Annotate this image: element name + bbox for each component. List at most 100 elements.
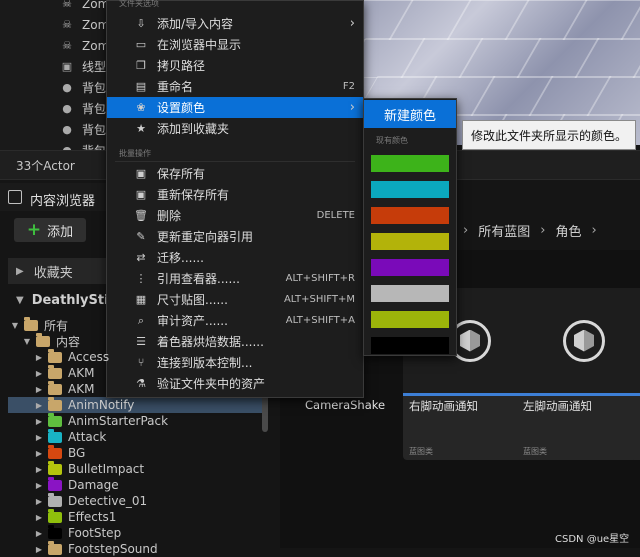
folder-icon xyxy=(48,396,62,411)
size-map-icon: ▦ xyxy=(135,293,147,306)
tree-folder-label: 所有 xyxy=(44,318,69,333)
menu-item-shortcut: ALT+SHIFT+A xyxy=(285,315,355,326)
tree-folder-item[interactable]: ▶ Detective_01 xyxy=(34,492,147,509)
tree-folder-item[interactable]: ▶ BulletImpact xyxy=(34,460,145,477)
tree-folder-label: FootStep xyxy=(68,526,122,540)
chevron-down-icon: ▼ xyxy=(23,336,31,346)
tree-folder-item[interactable]: ▼ 内容 xyxy=(22,332,81,349)
menu-item[interactable]: ⇩ 添加/导入内容 › xyxy=(107,13,363,34)
tree-folder-label: Attack xyxy=(68,430,107,444)
menu-item[interactable]: ❀ 设置颜色 › xyxy=(107,97,363,118)
color-swatch[interactable] xyxy=(371,259,449,276)
color-swatch[interactable] xyxy=(371,311,449,328)
tree-folder-item[interactable]: ▶ FootStep xyxy=(34,524,122,541)
new-color-button[interactable]: 新建颜色 xyxy=(364,100,456,128)
menu-item[interactable]: ☰ 着色器烘焙数据...... xyxy=(107,331,363,352)
color-swatch[interactable] xyxy=(371,337,449,354)
folder-icon xyxy=(48,460,62,475)
shader-icon: ☰ xyxy=(136,335,146,348)
menu-item-label: 重新保存所有 xyxy=(157,188,230,202)
menu-item[interactable]: ▦ 尺寸贴图...... ALT+SHIFT+M xyxy=(107,289,363,310)
menu-item-label: 尺寸贴图...... xyxy=(157,293,228,307)
tree-folder-item[interactable]: ▶ Damage xyxy=(34,476,119,493)
tree-folder-label: Access xyxy=(68,350,110,364)
tree-folder-item[interactable]: ▶ BG xyxy=(34,444,85,461)
tree-folder-item[interactable]: ▶ Attack xyxy=(34,428,107,445)
menu-item[interactable]: ⇄ 迁移...... xyxy=(107,247,363,268)
color-swatch[interactable] xyxy=(371,207,449,224)
reference-icon: ⋮ xyxy=(135,272,147,285)
folder-context-menu: 文件夹选项 批量操作 ⇩ 添加/导入内容 › ▭ 在浏览器中显示 ❐ 拷贝路径 ▤ 重命名 F2 ❀… xyxy=(106,0,364,398)
breadcrumb-item[interactable]: 角色 xyxy=(555,221,581,240)
asset-card[interactable] xyxy=(631,288,640,460)
menu-item[interactable]: ⋮ 引用查看器...... ALT+SHIFT+R xyxy=(107,268,363,289)
tree-folder-item[interactable]: ▶ Effects1 xyxy=(34,508,116,525)
folder-icon xyxy=(48,540,62,555)
asset-name: 左脚动画通知 xyxy=(523,399,592,413)
folder-icon xyxy=(48,412,62,427)
menu-item[interactable]: ✎ 更新重定向器引用 xyxy=(107,226,363,247)
menu-item-label: 删除 xyxy=(157,209,182,223)
chevron-right-icon: › xyxy=(591,222,597,238)
menu-item[interactable]: ▣ 重新保存所有 xyxy=(107,184,363,205)
copy-icon: ❐ xyxy=(136,59,146,72)
menu-item-label: 在浏览器中显示 xyxy=(157,38,242,52)
asset-name[interactable]: CameraShake xyxy=(305,398,385,412)
wrench-icon: ✎ xyxy=(136,230,146,243)
menu-item[interactable]: ▤ 重命名 F2 xyxy=(107,76,363,97)
color-swatch[interactable] xyxy=(371,155,449,172)
tree-folder-label: Damage xyxy=(68,478,119,492)
asset-card[interactable]: 左脚动画通知 蓝图类 xyxy=(517,288,640,460)
menu-item[interactable]: ★ 添加到收藏夹 xyxy=(107,118,363,139)
folder-icon xyxy=(36,332,50,347)
add-button[interactable]: + 添加 xyxy=(14,218,86,242)
menu-item[interactable]: 🗑 删除 DELETE xyxy=(107,205,363,226)
breadcrumb-item[interactable]: 所有蓝图 xyxy=(478,221,530,240)
color-swatch[interactable] xyxy=(371,285,449,302)
outliner-row-label: 背包 xyxy=(82,81,107,95)
tree-folder-label: BulletImpact xyxy=(68,462,145,476)
menu-item[interactable]: ❐ 拷贝路径 xyxy=(107,55,363,76)
chevron-right-icon: ▶ xyxy=(35,448,43,458)
tree-folder-item[interactable]: ▼ 所有 xyxy=(10,316,69,333)
menu-item[interactable]: ▣ 保存所有 xyxy=(107,163,363,184)
color-swatch[interactable] xyxy=(371,233,449,250)
menu-item-shortcut: ALT+SHIFT+M xyxy=(283,294,355,305)
tree-folder-label: AKM xyxy=(68,366,95,380)
menu-item-label: 保存所有 xyxy=(157,167,206,181)
tree-folder-item[interactable]: ▶ FootstepSound xyxy=(34,540,158,557)
content-browser-icon xyxy=(8,190,22,204)
chevron-right-icon: ▶ xyxy=(35,384,43,394)
asset-type: 蓝图类 xyxy=(523,447,547,456)
tree-folder-item[interactable]: ▶ AKM xyxy=(34,380,94,397)
menu-item[interactable]: ⚗ 验证文件夹中的资产 xyxy=(107,373,363,394)
menu-item[interactable]: ▭ 在浏览器中显示 xyxy=(107,34,363,55)
tree-folder-label: FootstepSound xyxy=(68,542,158,556)
tree-folder-label: 内容 xyxy=(56,334,81,349)
chevron-right-icon: › xyxy=(463,222,469,238)
folder-icon xyxy=(48,348,62,363)
tree-folder-item[interactable]: ▶ AnimNotify xyxy=(34,396,134,413)
tree-folder-item[interactable]: ▶ AKM xyxy=(34,364,95,381)
folder-icon xyxy=(24,316,38,331)
tree-folder-item[interactable]: ▶ AnimStarterPack xyxy=(34,412,168,429)
set-color-submenu: 新建颜色 现有颜色 xyxy=(363,98,457,356)
breadcrumb: 容 › 所有蓝图 › 角色 › xyxy=(440,214,640,246)
migrate-icon: ⇄ xyxy=(136,251,146,264)
skull-icon: ☠ xyxy=(62,17,72,31)
tree-folder-item[interactable]: ▶ Access xyxy=(34,348,110,365)
chevron-right-icon: ▶ xyxy=(35,528,43,538)
watermark: CSDN @ue星空 xyxy=(555,534,630,545)
actor-count: 33个Actor xyxy=(16,159,75,173)
menu-item-label: 着色器烘焙数据...... xyxy=(157,335,264,349)
palette-icon: ❀ xyxy=(136,101,146,114)
source-control-icon: ⑂ xyxy=(137,356,145,369)
chevron-right-icon: ▶ xyxy=(35,352,43,362)
folder-icon xyxy=(48,524,62,539)
menu-item[interactable]: ⑂ 连接到版本控制... xyxy=(107,352,363,373)
menu-item-label: 验证文件夹中的资产 xyxy=(157,377,266,391)
blueprint-icon xyxy=(563,319,605,362)
resave-icon: ▣ xyxy=(135,188,147,201)
menu-item[interactable]: ⌕ 审计资产...... ALT+SHIFT+A xyxy=(107,310,363,331)
color-swatch[interactable] xyxy=(371,181,449,198)
